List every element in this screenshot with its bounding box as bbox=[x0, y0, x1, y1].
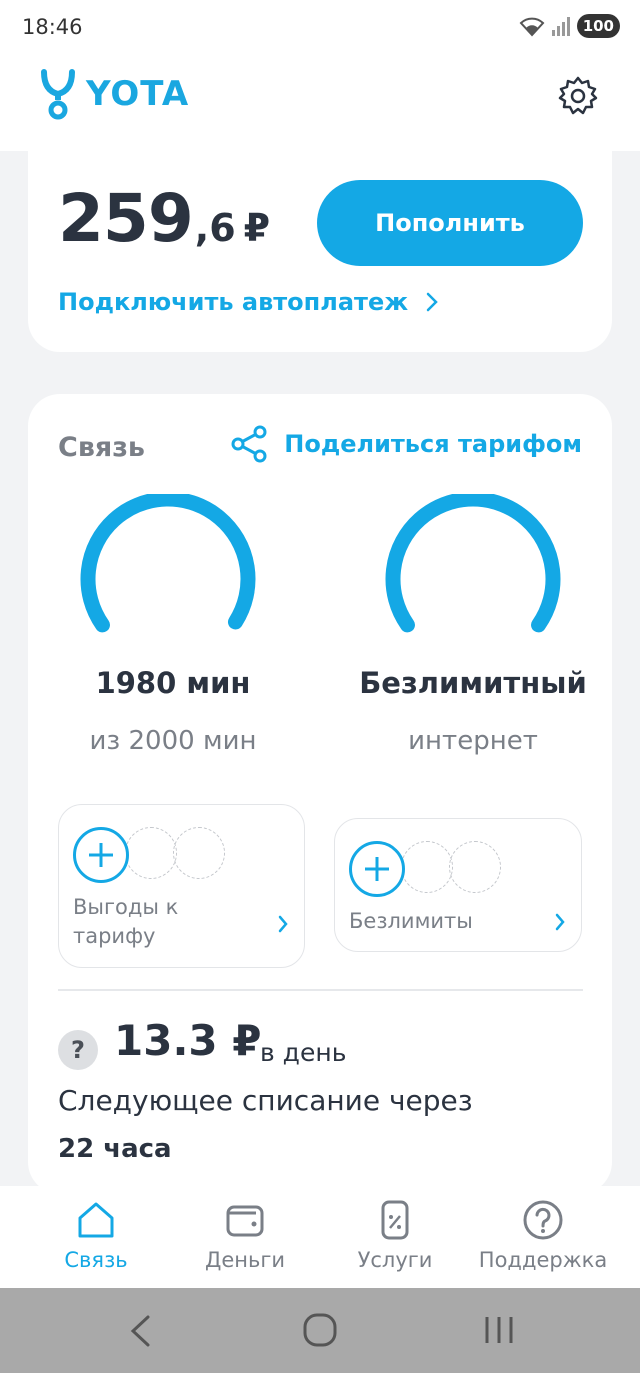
nav-label: Деньги bbox=[204, 1248, 286, 1272]
section-title: Связь bbox=[58, 432, 145, 463]
chevron-right-icon bbox=[278, 915, 288, 933]
minutes-total: из 2000 мин bbox=[89, 726, 257, 756]
nav-item-svyaz[interactable]: Связь bbox=[21, 1198, 171, 1272]
home-button-icon[interactable] bbox=[302, 1312, 338, 1348]
nav-item-dengi[interactable]: Деньги bbox=[170, 1198, 320, 1272]
unlimited-slots bbox=[349, 841, 501, 897]
internet-sub: интернет bbox=[408, 726, 538, 756]
minutes-gauge-arc bbox=[80, 494, 256, 633]
internet-gauge bbox=[385, 494, 561, 633]
topup-button[interactable]: Пополнить bbox=[317, 180, 583, 266]
empty-slot-icon bbox=[125, 827, 177, 879]
tariff-benefits-card[interactable]: Выгоды к тарифу bbox=[58, 804, 305, 968]
gear-icon bbox=[558, 76, 598, 115]
internet-label: Безлимитный bbox=[359, 666, 587, 700]
nav-label: Поддержка bbox=[478, 1248, 608, 1272]
back-icon[interactable] bbox=[128, 1314, 152, 1348]
internet-gauge-arc bbox=[385, 494, 561, 633]
divider bbox=[58, 989, 583, 991]
unlimited-card[interactable]: Безлимиты bbox=[334, 818, 582, 952]
tariff-card: Связь Поделиться тарифом 1980 мин из 200… bbox=[28, 394, 612, 1194]
unlimited-label: Безлимиты bbox=[349, 909, 473, 933]
daily-price: 13.3 ₽ bbox=[114, 1016, 262, 1065]
add-unlimited-icon bbox=[349, 841, 405, 897]
autopay-label: Подключить автоплатеж bbox=[58, 288, 409, 316]
yota-logo-icon bbox=[41, 69, 75, 120]
add-benefit-icon bbox=[73, 827, 129, 883]
chevron-right-icon bbox=[426, 292, 438, 312]
empty-slot-icon bbox=[173, 827, 225, 879]
signal-icon bbox=[551, 17, 570, 36]
balance-value: 259 ,6 ₽ bbox=[58, 180, 270, 257]
logo-text: YOTA bbox=[86, 74, 190, 114]
benefits-slots bbox=[73, 827, 225, 883]
battery-indicator: 100 bbox=[576, 14, 620, 38]
home-icon bbox=[78, 1202, 114, 1238]
status-bar: 18:46 100 bbox=[0, 0, 640, 56]
chevron-right-icon bbox=[555, 913, 565, 931]
balance-currency: ₽ bbox=[243, 206, 271, 250]
share-tariff-link[interactable]: Поделиться тарифом bbox=[230, 424, 582, 464]
benefits-label: Выгоды к тарифу bbox=[73, 895, 179, 948]
settings-button[interactable] bbox=[556, 74, 600, 118]
balance-fraction: ,6 bbox=[194, 206, 236, 250]
nav-item-uslugi[interactable]: Услуги bbox=[320, 1198, 470, 1272]
empty-slot-icon bbox=[401, 841, 453, 893]
minutes-remaining: 1980 мин bbox=[95, 666, 251, 700]
question-icon[interactable]: ? bbox=[58, 1030, 98, 1070]
wifi-icon bbox=[519, 17, 545, 37]
recent-apps-icon[interactable] bbox=[482, 1314, 516, 1346]
balance-integer: 259 bbox=[58, 180, 194, 257]
next-charge-time: 22 часа bbox=[58, 1134, 172, 1164]
autopay-link[interactable]: Подключить автоплатеж bbox=[58, 288, 438, 316]
nav-label: Услуги bbox=[357, 1248, 433, 1272]
share-icon bbox=[231, 425, 267, 463]
minutes-gauge bbox=[80, 494, 256, 633]
status-time: 18:46 bbox=[22, 15, 83, 39]
daily-unit: в день bbox=[260, 1038, 347, 1067]
balance-card: 259 ,6 ₽ Пополнить Подключить автоплатеж bbox=[28, 130, 612, 352]
status-icons: 100 bbox=[519, 14, 620, 38]
empty-slot-icon bbox=[449, 841, 501, 893]
share-label: Поделиться тарифом bbox=[284, 430, 582, 458]
nav-label: Связь bbox=[64, 1248, 128, 1272]
yota-logo: YOTA bbox=[40, 68, 189, 120]
nav-item-podderzhka[interactable]: Поддержка bbox=[468, 1198, 618, 1272]
system-nav-bar bbox=[0, 1288, 640, 1373]
services-icon bbox=[381, 1200, 409, 1240]
next-charge-label: Следующее списание через bbox=[58, 1084, 473, 1117]
help-icon bbox=[523, 1200, 563, 1240]
wallet-icon bbox=[226, 1205, 264, 1237]
bottom-nav: Связь Деньги Услуги Поддержка bbox=[0, 1186, 640, 1288]
